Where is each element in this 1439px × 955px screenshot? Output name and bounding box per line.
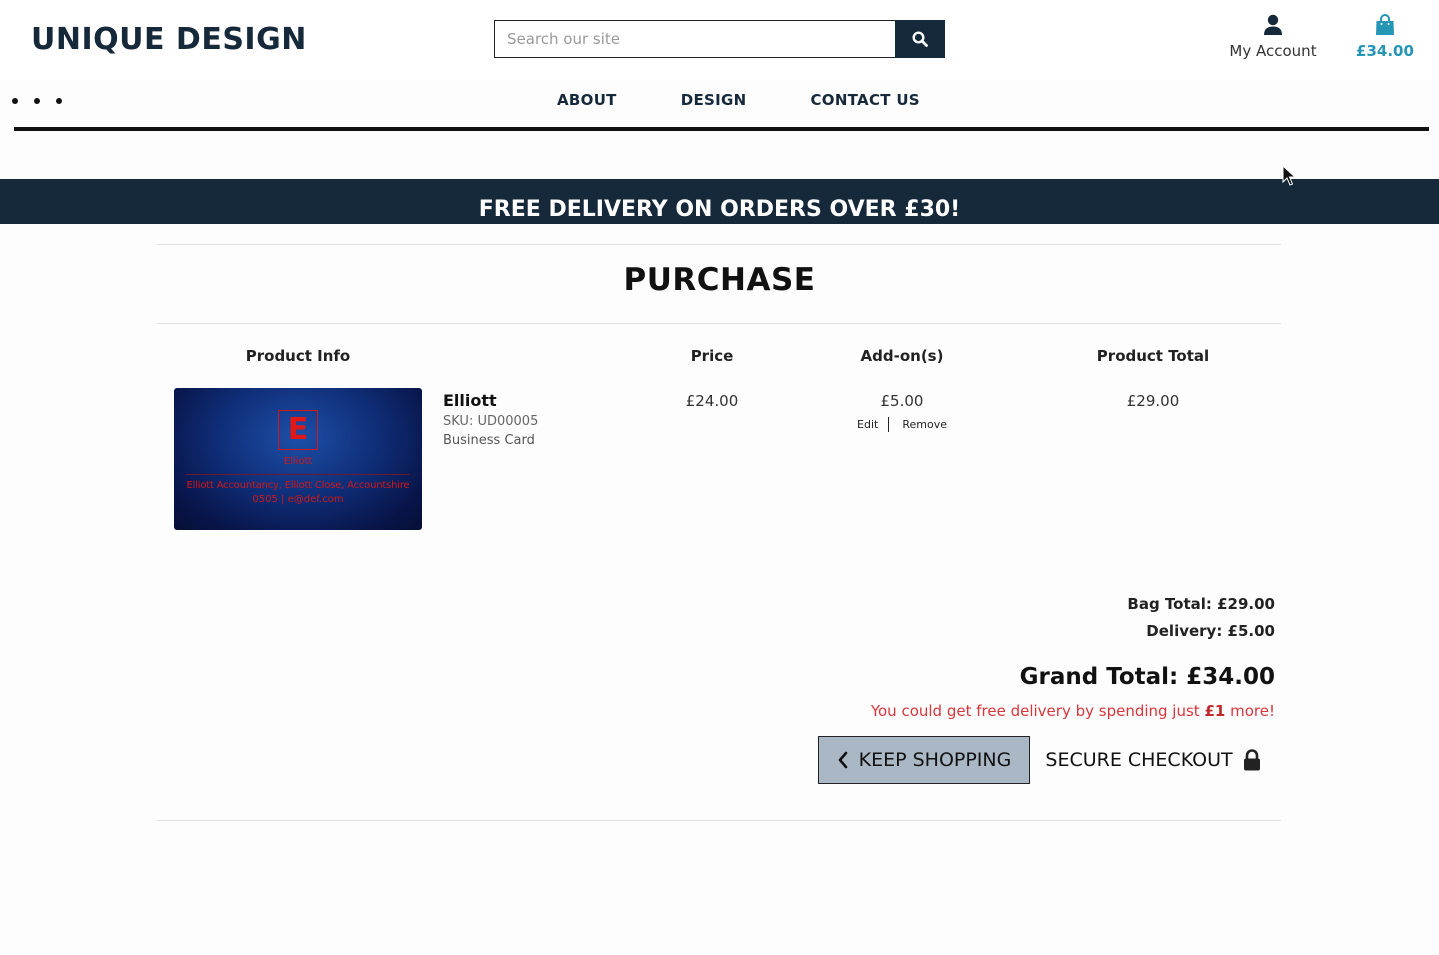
- search-button[interactable]: [895, 20, 945, 58]
- nav-links: ABOUT DESIGN CONTACT US: [557, 91, 920, 109]
- secure-checkout-button[interactable]: SECURE CHECKOUT: [1040, 736, 1266, 784]
- product-sku: SKU: UD00005: [443, 414, 539, 429]
- page-title: PURCHASE: [623, 262, 816, 298]
- shopping-bag-icon: [1376, 14, 1394, 35]
- addon-actions: Edit Remove: [852, 417, 952, 432]
- header-addons: Add-on(s): [860, 347, 944, 365]
- my-account-link[interactable]: My Account: [1222, 14, 1324, 60]
- free-delivery-prefix: You could get free delivery by spending …: [870, 702, 1200, 720]
- product-price: £24.00: [685, 392, 739, 410]
- product-name: Elliott: [443, 391, 497, 410]
- keep-shopping-label: KEEP SHOPPING: [858, 749, 1012, 771]
- main-nav: ABOUT DESIGN CONTACT US: [0, 80, 1439, 130]
- addons-price: £5.00: [880, 392, 924, 410]
- free-delivery-amount: £1: [1204, 702, 1226, 720]
- nav-link-design[interactable]: DESIGN: [681, 91, 747, 109]
- my-account-label: My Account: [1229, 42, 1317, 60]
- remove-addon-link[interactable]: Remove: [902, 418, 947, 431]
- menu-dot: [12, 98, 18, 104]
- card-divider: [186, 474, 410, 475]
- nav-link-about[interactable]: ABOUT: [557, 91, 617, 109]
- bag-total: £34.00: [1356, 42, 1414, 60]
- mouse-cursor-icon: [1282, 165, 1296, 186]
- delivery-banner: FREE DELIVERY ON ORDERS OVER £30!: [0, 179, 1439, 224]
- card-address: Elliott Accountancy, Elliott Close, Acco…: [186, 480, 410, 491]
- lock-icon: [1243, 749, 1260, 771]
- delivery-summary: Delivery: £5.00: [1146, 622, 1275, 640]
- card-monogram: E: [278, 410, 318, 450]
- secure-checkout-label: SECURE CHECKOUT: [1045, 749, 1233, 771]
- menu-dot: [34, 98, 40, 104]
- header-product-info: Product Info: [245, 347, 351, 365]
- user-icon: [1264, 14, 1282, 35]
- product-type: Business Card: [443, 433, 535, 448]
- site-logo[interactable]: UNIQUE DESIGN: [31, 22, 307, 57]
- separator: [888, 417, 890, 432]
- keep-shopping-button[interactable]: KEEP SHOPPING: [818, 736, 1030, 784]
- search-input[interactable]: [494, 20, 896, 58]
- header-product-total: Product Total: [1096, 347, 1210, 365]
- nav-link-contact-us[interactable]: CONTACT US: [810, 91, 919, 109]
- search-form: [494, 20, 945, 58]
- bag-total-summary: Bag Total: £29.00: [1127, 595, 1275, 613]
- product-image: E Elliott Elliott Accountancy, Elliott C…: [174, 388, 422, 530]
- card-name: Elliott: [283, 456, 313, 467]
- edit-addon-link[interactable]: Edit: [857, 418, 878, 431]
- dots-menu-icon[interactable]: [12, 94, 72, 108]
- nav-divider: [14, 127, 1429, 131]
- divider: [157, 244, 1281, 245]
- grand-total: Grand Total: £34.00: [1019, 664, 1275, 690]
- site-header: UNIQUE DESIGN My Account: [0, 0, 1439, 80]
- menu-dot: [56, 98, 62, 104]
- search-icon: [912, 31, 928, 47]
- header-price: Price: [690, 347, 734, 365]
- product-total: £29.00: [1126, 392, 1180, 410]
- shopping-bag-link[interactable]: £34.00: [1350, 14, 1420, 60]
- free-delivery-note: You could get free delivery by spending …: [871, 702, 1275, 720]
- card-contact: 0505 | e@def.com: [252, 494, 344, 505]
- chevron-left-icon: [838, 751, 847, 769]
- divider: [157, 323, 1281, 324]
- free-delivery-suffix: more!: [1230, 702, 1275, 720]
- divider: [157, 820, 1281, 821]
